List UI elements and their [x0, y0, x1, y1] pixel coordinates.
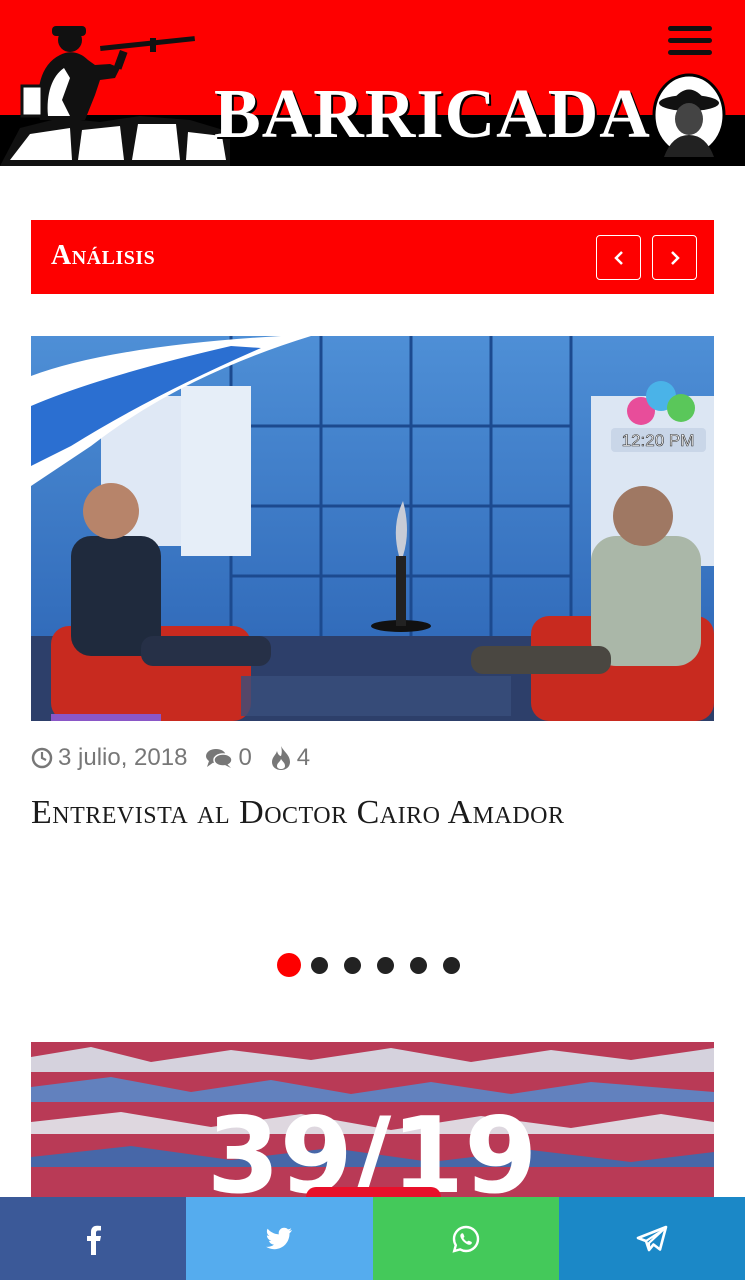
broadcast-time-label: 12:20 PM	[622, 431, 695, 450]
views-meta: 4	[270, 744, 310, 772]
article-headline[interactable]: Entrevista al Doctor Cairo Amador	[31, 794, 714, 832]
section-title: Análisis	[51, 240, 156, 271]
slider-dot-4[interactable]	[377, 956, 394, 974]
view-count: 4	[296, 744, 311, 771]
chevron-right-icon	[670, 250, 680, 265]
facebook-share-button[interactable]	[0, 1197, 187, 1280]
slider-dot-5[interactable]	[410, 956, 427, 974]
guerrilla-logo-image[interactable]	[0, 20, 230, 166]
second-article-image[interactable]: 39/19	[31, 1042, 714, 1202]
slider-prev-button[interactable]	[596, 235, 641, 280]
article-featured-image[interactable]: 12:20 PM	[31, 336, 714, 721]
whatsapp-icon	[452, 1225, 479, 1253]
fire-icon	[271, 746, 290, 770]
slider-next-button[interactable]	[652, 235, 697, 280]
twitter-share-button[interactable]	[186, 1197, 373, 1280]
facebook-icon	[87, 1225, 102, 1255]
site-header: BARRICADA	[0, 0, 745, 166]
slider-dot-2[interactable]	[311, 956, 328, 974]
section-header-bar: Análisis	[31, 220, 714, 294]
slider-dot-1[interactable]	[277, 953, 301, 977]
whatsapp-share-button[interactable]	[372, 1197, 559, 1280]
telegram-share-button[interactable]	[558, 1197, 745, 1280]
hamburger-menu-icon[interactable]	[668, 24, 714, 58]
article-date: 3 julio, 2018	[58, 744, 188, 771]
slider-dot-3[interactable]	[344, 956, 361, 974]
brand-wordmark[interactable]: BARRICADA	[214, 72, 651, 158]
slider-dot-6[interactable]	[443, 956, 460, 974]
twitter-icon	[266, 1227, 293, 1249]
comment-count: 0	[238, 744, 252, 771]
slider-pagination	[277, 953, 476, 977]
comments-icon	[206, 749, 234, 768]
article-meta: 3 julio, 2018 0 4	[31, 742, 328, 774]
clock-icon	[31, 747, 53, 769]
chevron-left-icon	[613, 250, 623, 265]
date-meta: 3 julio, 2018	[31, 744, 187, 772]
sandino-portrait-icon	[652, 73, 726, 157]
comments-meta[interactable]: 0	[205, 744, 252, 772]
telegram-icon	[636, 1225, 668, 1251]
share-bar	[0, 1197, 745, 1280]
anniversary-number: 39/19	[207, 1095, 538, 1202]
